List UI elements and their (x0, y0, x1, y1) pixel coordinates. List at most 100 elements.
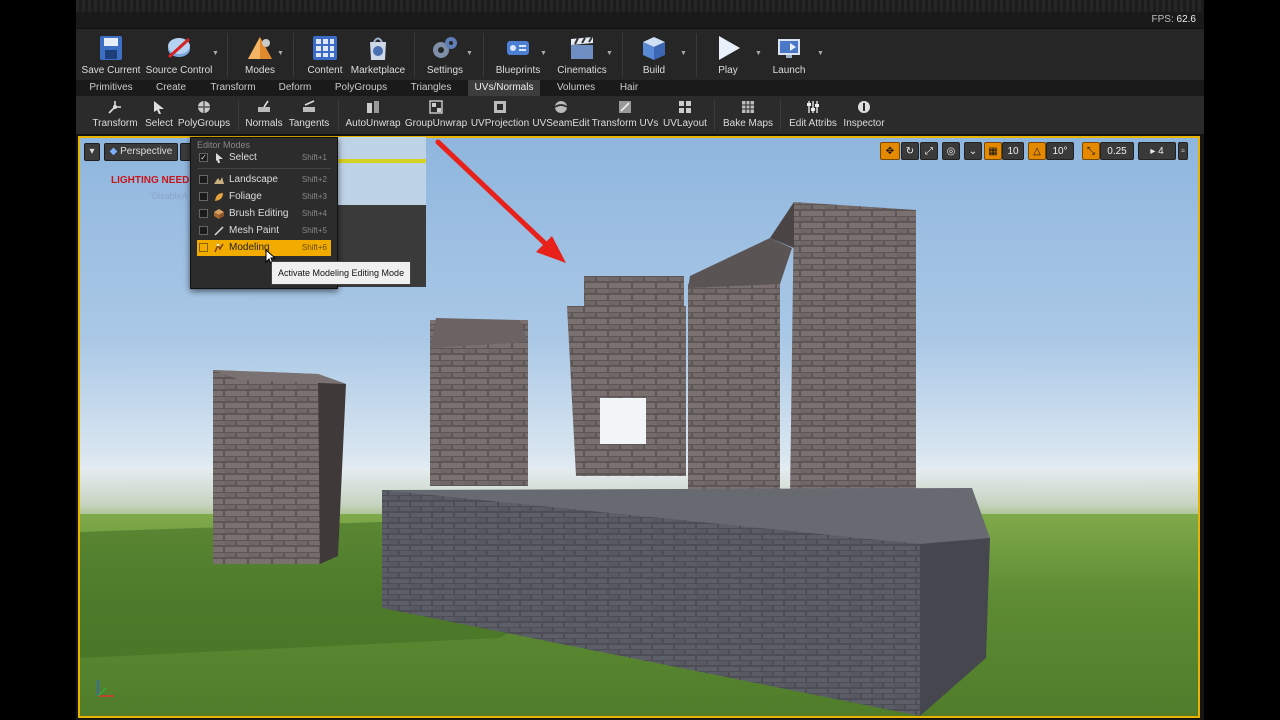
tab-transform[interactable]: Transform (204, 80, 262, 96)
tool-groupunwrap-label: GroupUnwrap (404, 118, 468, 129)
tab-uvs-normals[interactable]: UVs/Normals (468, 80, 540, 96)
landscape-checkbox[interactable] (199, 175, 208, 184)
marketplace-button[interactable]: Marketplace (350, 29, 406, 81)
bake-maps-tool-icon (742, 101, 754, 113)
perspective-button[interactable]: ◆ Perspective (104, 143, 178, 161)
tool-uvprojection[interactable]: UVProjection (470, 98, 530, 132)
tool-divider (714, 100, 715, 130)
edit-attribs-tool-icon (807, 101, 819, 113)
modeling-icon (214, 243, 224, 253)
mode-foliage-item[interactable]: Foliage Shift+3 (197, 189, 331, 205)
tool-polygroups[interactable]: PolyGroups (178, 98, 230, 132)
tool-select[interactable]: Select (142, 98, 176, 132)
autounwrap-tool-icon (367, 101, 379, 113)
tool-normals[interactable]: Normals (244, 98, 284, 132)
coordinate-system-button[interactable]: ◎ (942, 142, 960, 160)
select-checkbox[interactable]: ✓ (199, 153, 208, 162)
select-shortcut: Shift+1 (301, 153, 327, 162)
toolbar-divider (414, 33, 415, 77)
tab-triangles[interactable]: Triangles (404, 80, 458, 96)
settings-label: Settings (426, 65, 464, 76)
tool-transform[interactable]: Transform (90, 98, 140, 132)
build-dropdown[interactable]: ▼ (680, 49, 688, 59)
tab-deform[interactable]: Deform (272, 80, 318, 96)
select-tool-icon (154, 101, 164, 114)
scale-mode-button[interactable]: ⤢ (920, 142, 938, 160)
tab-hair[interactable]: Hair (612, 80, 646, 96)
source-control-dropdown[interactable]: ▼ (212, 49, 220, 59)
tool-edit-attribs[interactable]: Edit Attribs (786, 98, 840, 132)
tab-volumes[interactable]: Volumes (550, 80, 602, 96)
normals-tool-icon (258, 100, 270, 112)
cinematics-dropdown[interactable]: ▼ (606, 49, 614, 59)
modes-dropdown[interactable]: ▼ (277, 49, 285, 59)
source-control-button[interactable]: Source Control (146, 29, 212, 81)
build-button[interactable]: Build (632, 29, 676, 81)
content-icon (310, 33, 340, 63)
maximize-viewport-button[interactable]: ▫ (1178, 142, 1188, 160)
grid-snap-toggle[interactable]: ▦ (984, 142, 1002, 160)
settings-dropdown[interactable]: ▼ (466, 49, 474, 59)
launch-button[interactable]: Launch (766, 29, 812, 81)
tool-uvlayout[interactable]: UVLayout (660, 98, 710, 132)
tangents-tool-icon (303, 100, 315, 112)
viewport-options-dropdown[interactable]: ▾ (84, 143, 100, 161)
mode-select-item[interactable]: ✓ Select Shift+1 (197, 150, 331, 166)
play-button[interactable]: Play (706, 29, 750, 81)
rotate-mode-button[interactable]: ↻ (901, 142, 919, 160)
scale-snap-value[interactable]: 0.25 (1100, 142, 1134, 160)
mode-landscape-item[interactable]: Landscape Shift+2 (197, 172, 331, 188)
mode-brush-editing-item[interactable]: Brush Editing Shift+4 (197, 206, 331, 222)
blueprints-icon (503, 33, 533, 63)
rotation-snap-toggle[interactable]: △ (1028, 142, 1046, 160)
tool-transform-uvs-label: Transform UVs (591, 118, 659, 129)
axis-gizmo-icon (97, 680, 114, 697)
source-control-icon (164, 33, 194, 63)
play-dropdown[interactable]: ▼ (755, 49, 763, 59)
scale-snap-toggle[interactable]: ⤡ (1082, 142, 1100, 160)
brush-editing-checkbox[interactable] (199, 209, 208, 218)
editor-modes-header: Editor Modes (197, 140, 251, 150)
tab-primitives[interactable]: Primitives (84, 80, 138, 96)
menu-divider (197, 168, 331, 169)
blueprints-button[interactable]: Blueprints (490, 29, 546, 81)
lighting-warning: LIGHTING NEEDS (111, 175, 197, 186)
content-button[interactable]: Content (302, 29, 348, 81)
tool-groupunwrap[interactable]: GroupUnwrap (404, 98, 468, 132)
camera-speed-value: 4 (1158, 146, 1164, 157)
mesh-paint-icon (214, 226, 224, 236)
rotation-snap-value[interactable]: 10° (1046, 142, 1074, 160)
surface-snap-button[interactable]: ⌄ (964, 142, 982, 160)
mode-mesh-paint-item[interactable]: Mesh Paint Shift+5 (197, 223, 331, 239)
mesh-paint-shortcut: Shift+5 (301, 226, 327, 235)
mode-modeling-item[interactable]: Modeling Shift+6 (197, 240, 331, 256)
tab-create[interactable]: Create (148, 80, 194, 96)
blueprints-dropdown[interactable]: ▼ (540, 49, 548, 59)
landscape-shortcut: Shift+2 (301, 175, 327, 184)
tool-uvseamedit[interactable]: UVSeamEdit (532, 98, 590, 132)
tool-transform-uvs[interactable]: Transform UVs (592, 98, 658, 132)
tool-bake-maps[interactable]: Bake Maps (720, 98, 776, 132)
save-current-button[interactable]: Save Current (82, 29, 140, 81)
translate-mode-button[interactable]: ✥ (880, 142, 900, 160)
tool-autounwrap[interactable]: AutoUnwrap (344, 98, 402, 132)
tab-polygroups[interactable]: PolyGroups (328, 80, 394, 96)
play-icon (713, 33, 743, 63)
launch-dropdown[interactable]: ▼ (817, 49, 825, 59)
viewport-transform-toolbar: ✥ ↻ ⤢ ◎ ⌄ ▦ 10 △ 10° ⤡ 0.25 ▸ 4 ▫ (880, 142, 1190, 160)
tool-polygroups-label: PolyGroups (177, 118, 231, 129)
modeling-checkbox[interactable] (199, 243, 208, 252)
settings-button[interactable]: Settings (422, 29, 468, 81)
tool-inspector[interactable]: Inspector (842, 98, 886, 132)
save-icon (96, 33, 126, 63)
toolbar-divider (696, 33, 697, 77)
grid-snap-value[interactable]: 10 (1002, 142, 1024, 160)
cinematics-button[interactable]: Cinematics (554, 29, 610, 81)
foliage-checkbox[interactable] (199, 192, 208, 201)
brush-editing-label: Brush Editing (229, 208, 289, 219)
tool-tangents[interactable]: Tangents (287, 98, 331, 132)
brush-editing-shortcut: Shift+4 (301, 209, 327, 218)
camera-speed-button[interactable]: ▸ 4 (1138, 142, 1176, 160)
mesh-paint-checkbox[interactable] (199, 226, 208, 235)
fps-value: 62.6 (1176, 14, 1196, 25)
